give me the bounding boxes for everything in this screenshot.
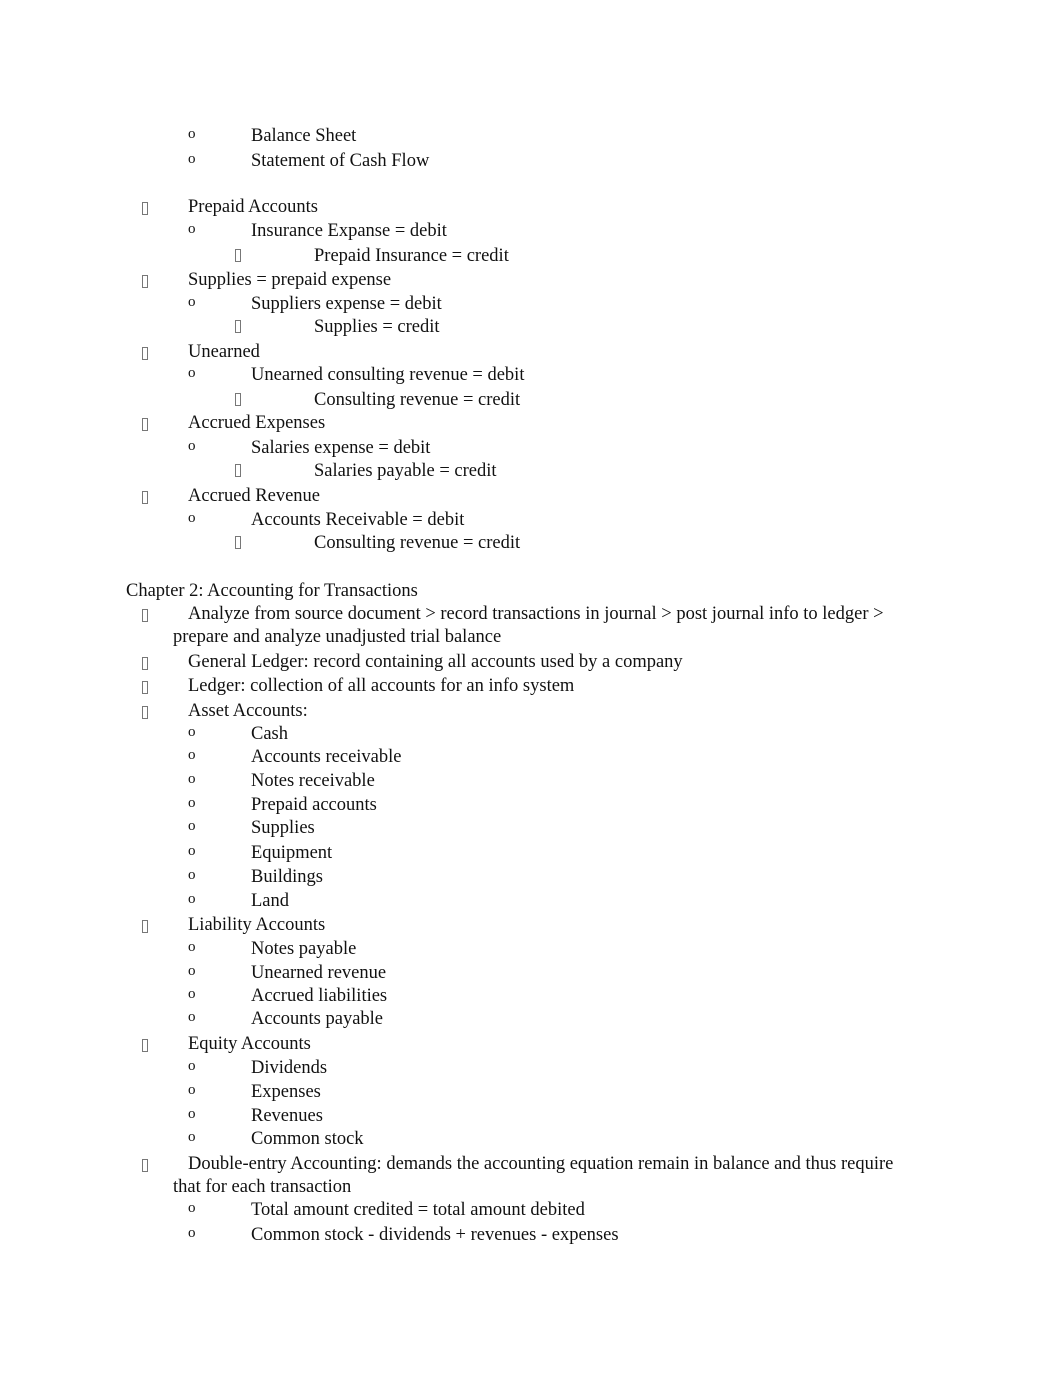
list-item-level-2: Statement of Cash Flow xyxy=(251,151,430,171)
bullet-o-icon: o xyxy=(188,1058,196,1074)
list-item-level-1: Accrued Revenue xyxy=(188,486,321,506)
list-item-level-1: Asset Accounts: xyxy=(188,701,308,721)
list-item-continuation: prepare and analyze unadjusted trial bal… xyxy=(173,627,502,647)
bullet-o-icon: o xyxy=(188,1106,196,1122)
list-item-level-2: Prepaid accounts xyxy=(251,795,377,815)
bullet-box-icon xyxy=(142,347,148,360)
bullet-o-icon: o xyxy=(188,963,196,979)
list-item-level-1: Prepaid Accounts xyxy=(188,197,318,217)
list-item-level-1: General Ledger: record containing all ac… xyxy=(188,652,683,672)
list-item-level-2: Common stock - dividends + revenues - ex… xyxy=(251,1225,619,1245)
bullet-box-icon xyxy=(142,1159,148,1172)
list-item-level-2: Accounts payable xyxy=(251,1009,384,1029)
bullet-o-icon: o xyxy=(188,1082,196,1098)
list-item-level-2: Land xyxy=(251,891,290,911)
bullet-o-icon: o xyxy=(188,510,196,526)
bullet-o-icon: o xyxy=(188,294,196,310)
list-item-level-2: Total amount credited = total amount deb… xyxy=(251,1200,585,1220)
list-item-level-1: Equity Accounts xyxy=(188,1034,311,1054)
list-item-level-2: Salaries expense = debit xyxy=(251,438,431,458)
list-item-level-1: Accrued Expenses xyxy=(188,413,326,433)
bullet-box-icon xyxy=(235,320,241,333)
list-item-level-2: Insurance Expanse = debit xyxy=(251,221,447,241)
list-item-level-3: Consulting revenue = credit xyxy=(314,533,521,553)
list-item-level-1: Analyze from source document > record tr… xyxy=(188,604,884,624)
list-item-level-2: Accounts receivable xyxy=(251,747,402,767)
list-item-level-2: Expenses xyxy=(251,1082,321,1102)
list-item-level-2: Equipment xyxy=(251,843,333,863)
bullet-box-icon xyxy=(142,491,148,504)
bullet-box-icon xyxy=(142,706,148,719)
list-item-level-1: Unearned xyxy=(188,342,260,362)
bullet-o-icon: o xyxy=(188,747,196,763)
list-item-level-3: Salaries payable = credit xyxy=(314,461,497,481)
list-item-level-1: Ledger: collection of all accounts for a… xyxy=(188,676,575,696)
bullet-o-icon: o xyxy=(188,867,196,883)
bullet-o-icon: o xyxy=(188,795,196,811)
bullet-o-icon: o xyxy=(188,771,196,787)
bullet-box-icon xyxy=(235,249,241,262)
bullet-o-icon: o xyxy=(188,891,196,907)
bullet-o-icon: o xyxy=(188,843,196,859)
list-item-level-2: Common stock xyxy=(251,1129,364,1149)
bullet-box-icon xyxy=(142,681,148,694)
list-item-level-2: Accrued liabilities xyxy=(251,986,388,1006)
bullet-box-icon xyxy=(142,418,148,431)
list-item-level-2: Unearned consulting revenue = debit xyxy=(251,365,525,385)
list-item-level-3: Supplies = credit xyxy=(314,317,440,337)
bullet-box-icon xyxy=(142,920,148,933)
bullet-o-icon: o xyxy=(188,221,196,237)
bullet-box-icon xyxy=(142,609,148,622)
bullet-o-icon: o xyxy=(188,438,196,454)
list-item-level-1: Liability Accounts xyxy=(188,915,326,935)
bullet-o-icon: o xyxy=(188,939,196,955)
list-item-level-2: Unearned revenue xyxy=(251,963,387,983)
bullet-box-icon xyxy=(142,202,148,215)
bullet-o-icon: o xyxy=(188,365,196,381)
list-item-level-1: Supplies = prepaid expense xyxy=(188,270,392,290)
list-item-continuation: that for each transaction xyxy=(173,1177,352,1197)
list-item-level-1: Double-entry Accounting: demands the acc… xyxy=(188,1154,894,1174)
bullet-o-icon: o xyxy=(188,151,196,167)
bullet-box-icon xyxy=(235,536,241,549)
list-item-level-2: Suppliers expense = debit xyxy=(251,294,442,314)
bullet-o-icon: o xyxy=(188,1225,196,1241)
chapter-heading: Chapter 2: Accounting for Transactions xyxy=(126,581,418,601)
list-item-level-2: Supplies xyxy=(251,818,315,838)
bullet-o-icon: o xyxy=(188,1200,196,1216)
bullet-box-icon xyxy=(235,464,241,477)
list-item-level-2: Dividends xyxy=(251,1058,328,1078)
bullet-o-icon: o xyxy=(188,1009,196,1025)
bullet-box-icon xyxy=(142,275,148,288)
list-item-level-2: Balance Sheet xyxy=(251,126,357,146)
list-item-level-3: Consulting revenue = credit xyxy=(314,390,521,410)
bullet-o-icon: o xyxy=(188,724,196,740)
bullet-o-icon: o xyxy=(188,986,196,1002)
list-item-level-2: Accounts Receivable = debit xyxy=(251,510,465,530)
bullet-o-icon: o xyxy=(188,818,196,834)
bullet-box-icon xyxy=(235,393,241,406)
bullet-o-icon: o xyxy=(188,126,196,142)
list-item-level-2: Buildings xyxy=(251,867,323,887)
bullet-box-icon xyxy=(142,657,148,670)
list-item-level-2: Cash xyxy=(251,724,288,744)
list-item-level-2: Notes receivable xyxy=(251,771,375,791)
list-item-level-3: Prepaid Insurance = credit xyxy=(314,246,509,266)
list-item-level-2: Notes payable xyxy=(251,939,357,959)
list-item-level-2: Revenues xyxy=(251,1106,323,1126)
bullet-box-icon xyxy=(142,1039,148,1052)
bullet-o-icon: o xyxy=(188,1129,196,1145)
